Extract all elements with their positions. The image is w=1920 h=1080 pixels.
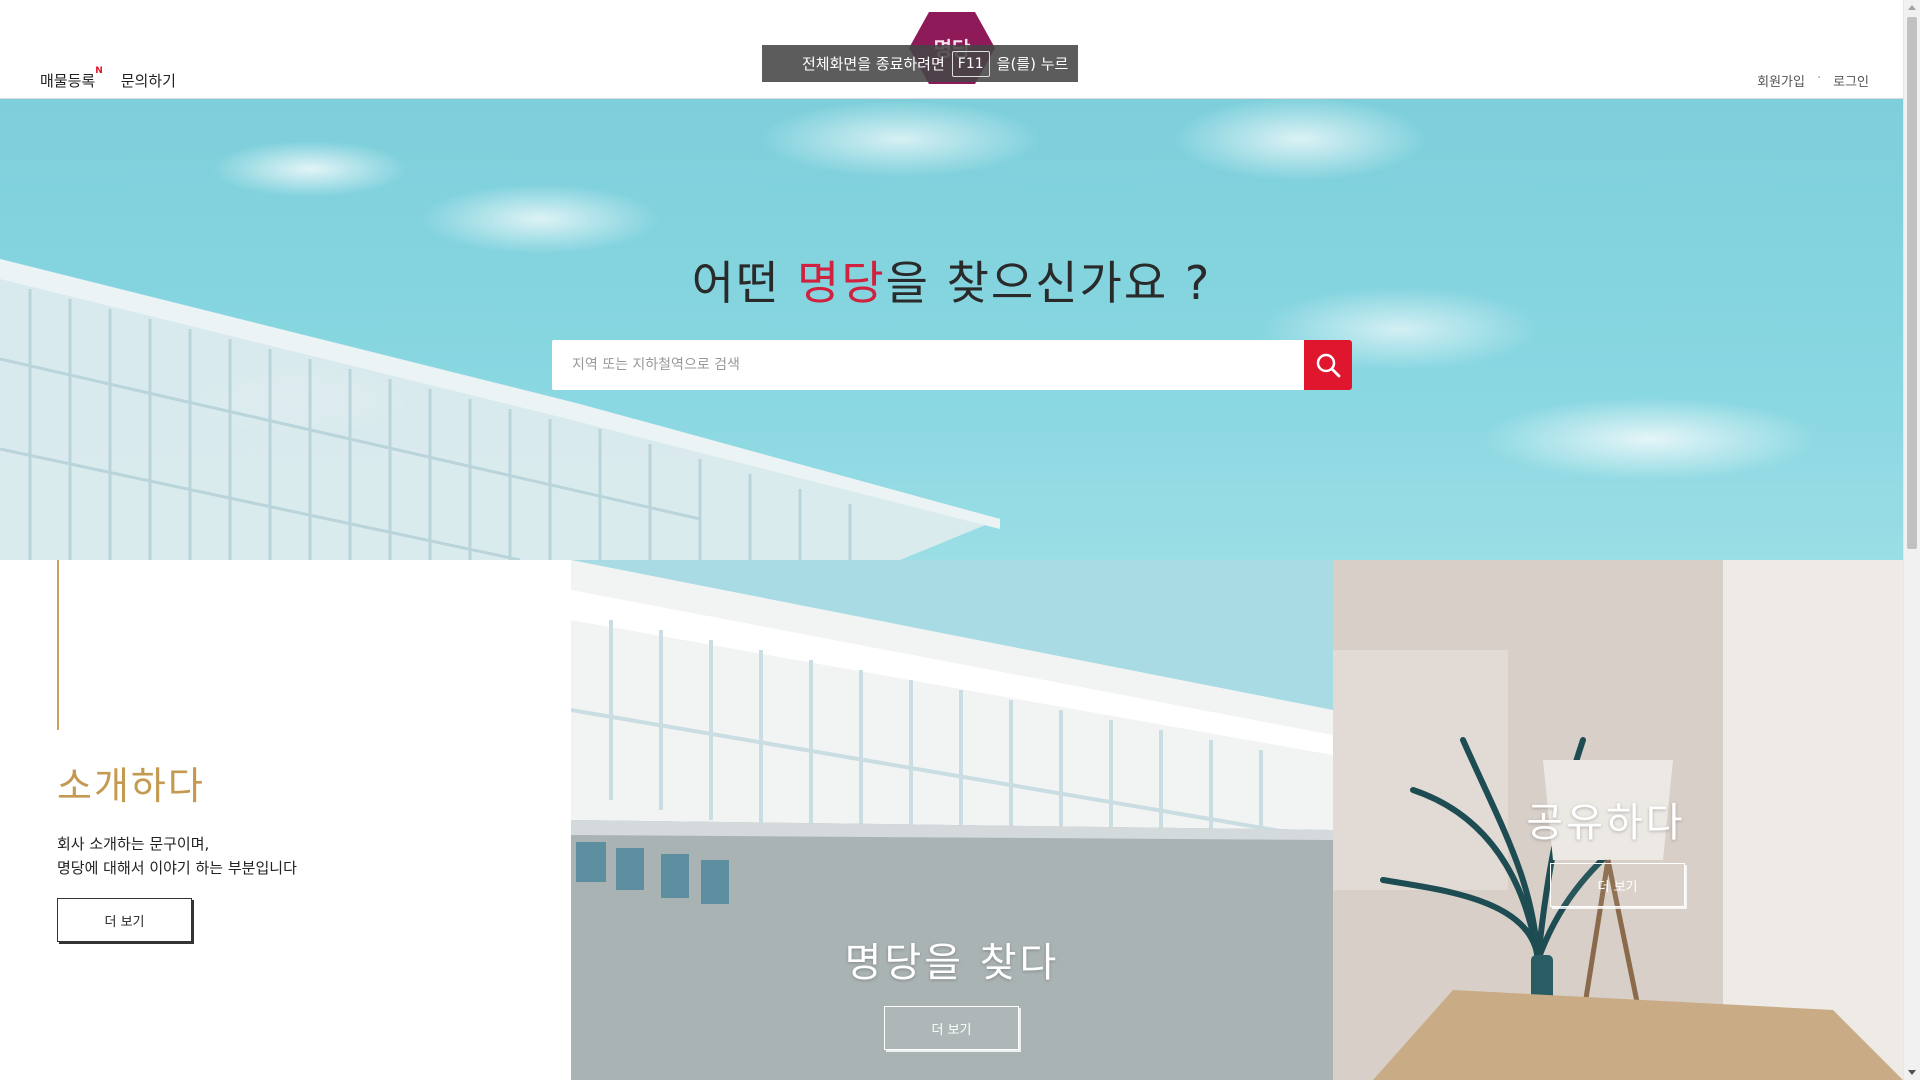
nav-separator: · (1816, 71, 1822, 86)
intro-accent-line (57, 560, 59, 730)
search-button[interactable] (1304, 340, 1352, 390)
find-building-image (571, 560, 1333, 1080)
share-more-button[interactable]: 더 보기 (1550, 863, 1685, 907)
site-header: 매물등록N 문의하기 명당 전체화면을 종료하려면 F11 을(를) 누르 회원… (0, 0, 1903, 99)
fullscreen-notice-text: 전체화면을 종료하려면 (802, 55, 945, 73)
intro-desc-line: 회사 소개하는 문구이며, (57, 835, 210, 853)
fullscreen-notice-text-after: 을(를) 누르 (996, 55, 1069, 73)
fullscreen-exit-notice: 전체화면을 종료하려면 F11 을(를) 누르 (762, 45, 1078, 82)
find-more-button[interactable]: 더 보기 (884, 1006, 1019, 1050)
hero-title-accent: 명당 (797, 256, 886, 310)
intro-desc-line: 명당에 대해서 이야기 하는 부분입니다 (57, 859, 297, 877)
nav-item-register-property[interactable]: 매물등록N (40, 66, 103, 91)
hero-title: 어떤 명당을 찾으신가요 ? (691, 256, 1212, 310)
share-title: 공유하다 (1526, 800, 1686, 846)
new-badge: N (95, 66, 103, 76)
scroll-up-arrow-icon[interactable] (1908, 5, 1916, 10)
scroll-down-arrow-icon[interactable] (1908, 1070, 1916, 1075)
intro-more-button[interactable]: 더 보기 (57, 898, 192, 942)
nav-left: 매물등록N 문의하기 (40, 66, 176, 91)
find-panel[interactable]: 명당을 찾다 더 보기 (571, 560, 1333, 1080)
find-title: 명당을 찾다 (844, 940, 1060, 986)
fullscreen-key: F11 (951, 50, 990, 77)
signup-link[interactable]: 회원가입 (1757, 71, 1805, 90)
nav-right: 회원가입 · 로그인 (1757, 71, 1869, 90)
intro-description: 회사 소개하는 문구이며, 명당에 대해서 이야기 하는 부분입니다 (57, 832, 297, 880)
nav-item-label: 매물등록 (40, 72, 96, 90)
search-icon (1316, 353, 1341, 378)
share-panel[interactable]: 공유하다 더 보기 (1333, 560, 1903, 1080)
hero-section: 어떤 명당을 찾으신가요 ? (0, 99, 1903, 560)
scrollbar-thumb[interactable] (1907, 17, 1917, 549)
nav-item-contact[interactable]: 문의하기 (121, 70, 176, 91)
search-input[interactable] (552, 340, 1304, 390)
login-link[interactable]: 로그인 (1833, 71, 1869, 90)
search-box (552, 340, 1352, 390)
hero-building-image (0, 99, 1903, 560)
intro-panel: 소개하다 회사 소개하는 문구이며, 명당에 대해서 이야기 하는 부분입니다 … (0, 560, 571, 1080)
intro-title: 소개하다 (57, 764, 205, 808)
vertical-scrollbar[interactable] (1903, 0, 1920, 1080)
